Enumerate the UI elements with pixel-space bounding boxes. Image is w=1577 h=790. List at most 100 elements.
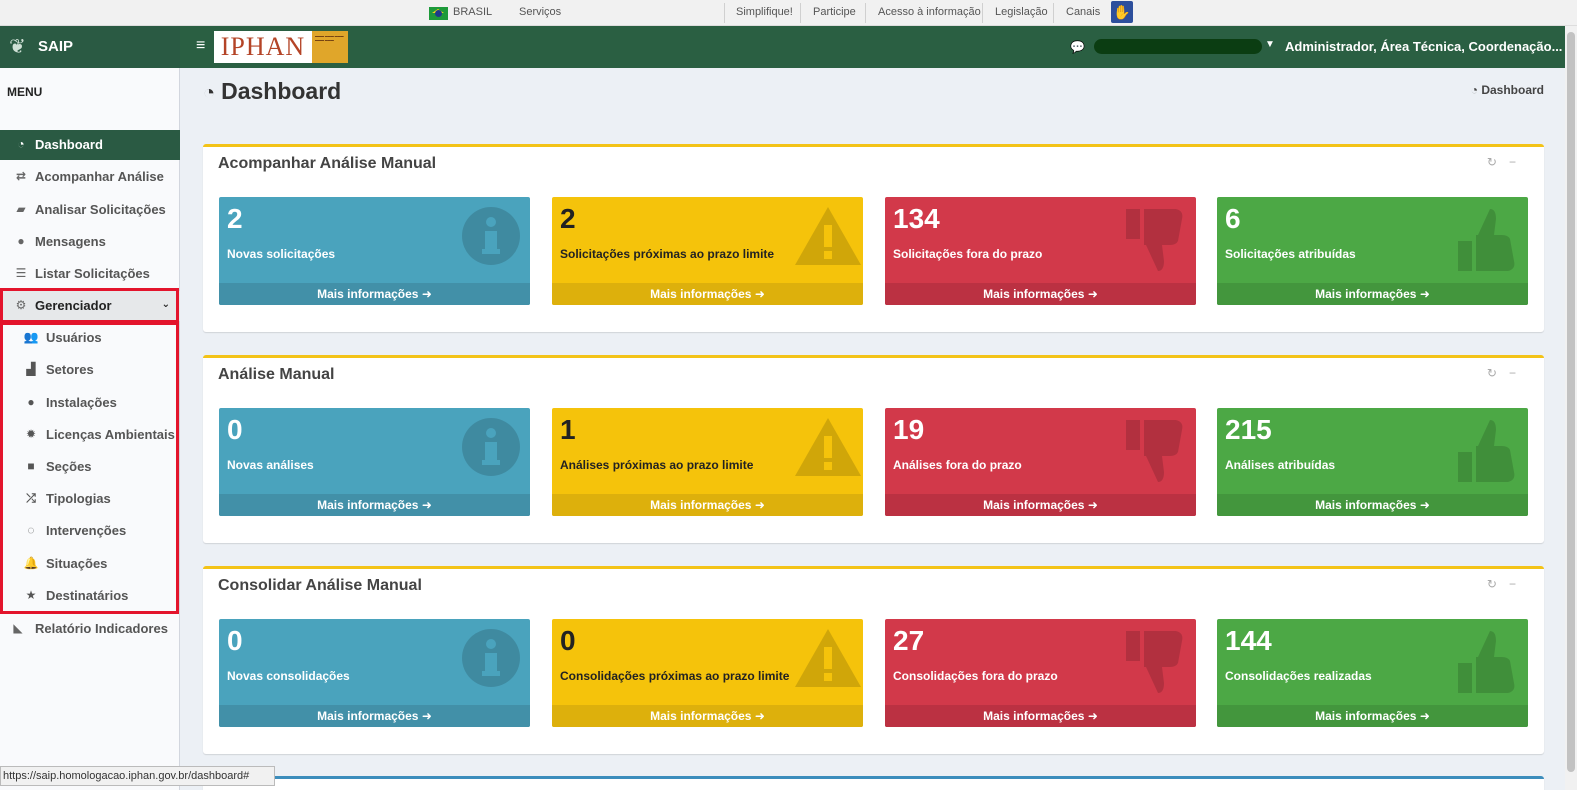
stat-value: 215 bbox=[1225, 414, 1272, 445]
page-title: ◔ Dashboard bbox=[203, 78, 341, 105]
sidebar-item-label: Dashboard bbox=[35, 137, 103, 152]
stat-value: 2 bbox=[560, 203, 576, 234]
gov-top-bar: BRASIL Serviços Simplifique! Participe A… bbox=[0, 0, 1577, 26]
sidebar-item-acompanhar-analise[interactable]: ⇄ Acompanhar Análise bbox=[0, 162, 180, 192]
more-info-link[interactable]: Mais informações ➜ bbox=[552, 283, 863, 305]
dashboard-icon: ◔ bbox=[1470, 83, 1478, 97]
more-info-link[interactable]: Mais informações ➜ bbox=[885, 705, 1196, 727]
gov-brasil-link[interactable]: BRASIL bbox=[453, 0, 492, 25]
more-info-text: Mais informações bbox=[650, 498, 752, 512]
collapse-icon[interactable]: − bbox=[1509, 155, 1528, 169]
refresh-icon[interactable]: ↻ bbox=[1487, 155, 1509, 169]
sidebar-item-label: Relatório Indicadores bbox=[35, 621, 168, 636]
stat-value: 2 bbox=[227, 203, 243, 234]
stat-label: Análises próximas ao prazo limite bbox=[560, 458, 754, 472]
gov-link-acesso[interactable]: Acesso à informação bbox=[878, 0, 981, 25]
section-title: Acompanhar Análise Manual bbox=[218, 155, 437, 172]
sidebar-item-listar-solicitacoes[interactable]: ☰ Listar Solicitações bbox=[0, 259, 180, 289]
arrow-circle-right-icon: ➜ bbox=[1419, 498, 1430, 512]
gov-link-legislacao[interactable]: Legislação bbox=[995, 0, 1048, 25]
stat-tile-yellow: 2 Solicitações próximas ao prazo limite Ma… bbox=[552, 197, 863, 305]
caret-down-icon[interactable]: ▼ bbox=[1265, 39, 1275, 50]
more-info-link[interactable]: Mais informações ➜ bbox=[552, 705, 863, 727]
more-info-link[interactable]: Mais informações ➜ bbox=[1217, 283, 1528, 305]
sidebar-item-dashboard[interactable]: ◔ Dashboard bbox=[0, 130, 180, 160]
refresh-icon[interactable]: ↻ bbox=[1487, 366, 1509, 380]
stat-tile-green: 6 Solicitações atribuídas Mais informações… bbox=[1217, 197, 1528, 305]
arrow-circle-right-icon: ➜ bbox=[754, 709, 765, 723]
dashboard-icon: ◔ bbox=[203, 82, 216, 104]
menu-toggle-icon[interactable]: ≡ bbox=[196, 37, 205, 55]
more-info-link[interactable]: Mais informações ➜ bbox=[552, 494, 863, 516]
collapse-icon[interactable]: − bbox=[1509, 366, 1528, 380]
arrow-circle-right-icon: ➜ bbox=[421, 709, 432, 723]
stat-label: Análises fora do prazo bbox=[893, 458, 1022, 472]
stat-tile-red: 19 Análises fora do prazo Mais informações… bbox=[885, 408, 1196, 516]
list-icon: ☰ bbox=[15, 266, 27, 280]
iphan-logo-emblem: ▬▬▬ ▬▬▬ ▬▬▬ ▬▬▬ ▬▬▬ bbox=[312, 31, 348, 63]
stat-value: 1 bbox=[560, 414, 576, 445]
area-chart-icon: ◣ bbox=[13, 621, 23, 635]
section-title: Análise Manual bbox=[218, 366, 335, 383]
more-info-link[interactable]: Mais informações ➜ bbox=[219, 705, 530, 727]
more-info-link[interactable]: Mais informações ➜ bbox=[1217, 705, 1528, 727]
thumbs-up-icon bbox=[1458, 627, 1520, 693]
tree-logo-icon: ❦ bbox=[9, 36, 26, 58]
stat-label: Novas consolidações bbox=[227, 669, 350, 683]
more-info-link[interactable]: Mais informações ➜ bbox=[885, 494, 1196, 516]
stat-label: Consolidações próximas ao prazo limite bbox=[560, 669, 790, 683]
sidebar-item-analisar-solicitacoes[interactable]: ▰ Analisar Solicitações bbox=[0, 195, 180, 225]
stat-label: Consolidações realizadas bbox=[1225, 669, 1372, 683]
stat-label: Novas solicitações bbox=[227, 247, 336, 261]
box-tools: ↻− bbox=[1487, 366, 1528, 380]
stat-label: Solicitações atribuídas bbox=[1225, 247, 1356, 261]
sidebar-item-relatorio-indicadores[interactable]: ◣ Relatório Indicadores bbox=[0, 614, 180, 644]
more-info-text: Mais informações bbox=[1315, 287, 1417, 301]
info-icon bbox=[460, 416, 522, 478]
more-info-text: Mais informações bbox=[650, 287, 752, 301]
stat-value: 6 bbox=[1225, 203, 1241, 234]
accessibility-icon[interactable]: ✋ bbox=[1111, 1, 1133, 23]
stat-value: 27 bbox=[893, 625, 925, 656]
warning-icon bbox=[793, 416, 861, 478]
page-title-text: Dashboard bbox=[221, 78, 342, 104]
more-info-text: Mais informações bbox=[1315, 498, 1417, 512]
stat-label: Solicitações fora do prazo bbox=[893, 247, 1043, 261]
menu-header: MENU bbox=[7, 85, 43, 99]
stat-value: 144 bbox=[1225, 625, 1272, 656]
scrollbar[interactable] bbox=[1565, 26, 1577, 790]
stat-label: Consolidações fora do prazo bbox=[893, 669, 1058, 683]
more-info-link[interactable]: Mais informações ➜ bbox=[1217, 494, 1528, 516]
arrow-circle-right-icon: ➜ bbox=[421, 287, 432, 301]
gov-link-simplifique[interactable]: Simplifique! bbox=[736, 0, 793, 25]
arrow-circle-right-icon: ➜ bbox=[1087, 709, 1098, 723]
warning-icon bbox=[793, 627, 861, 689]
gov-link-participe[interactable]: Participe bbox=[813, 0, 856, 25]
sidebar-item-label: Acompanhar Análise bbox=[35, 169, 164, 184]
more-info-link[interactable]: Mais informações ➜ bbox=[219, 494, 530, 516]
scrollbar-thumb[interactable] bbox=[1567, 32, 1575, 772]
gov-link-canais[interactable]: Canais bbox=[1066, 0, 1100, 25]
book-icon: ▰ bbox=[16, 202, 26, 216]
breadcrumb[interactable]: ◔ Dashboard bbox=[1471, 83, 1544, 97]
more-info-link[interactable]: Mais informações ➜ bbox=[219, 283, 530, 305]
section-next bbox=[203, 776, 1544, 790]
redacted-user-field[interactable] bbox=[1094, 39, 1262, 54]
stat-tile-aqua: 0 Novas consolidações Mais informações ➜ bbox=[219, 619, 530, 727]
refresh-icon[interactable]: ↻ bbox=[1487, 577, 1509, 591]
more-info-text: Mais informações bbox=[317, 498, 419, 512]
collapse-icon[interactable]: − bbox=[1509, 577, 1528, 591]
highlight-submenu bbox=[0, 322, 179, 614]
gov-servicos-link[interactable]: Serviços bbox=[519, 0, 561, 25]
app-logo[interactable]: ❦ SAIP bbox=[0, 26, 180, 68]
stat-label: Solicitações próximas ao prazo limite bbox=[560, 247, 775, 261]
arrow-circle-right-icon: ➜ bbox=[421, 498, 432, 512]
more-info-text: Mais informações bbox=[983, 287, 1085, 301]
sidebar-item-mensagens[interactable]: ● Mensagens bbox=[0, 227, 180, 257]
arrow-circle-right-icon: ➜ bbox=[1419, 287, 1430, 301]
messages-icon[interactable]: 💬 bbox=[1070, 40, 1085, 54]
more-info-link[interactable]: Mais informações ➜ bbox=[885, 283, 1196, 305]
stat-value: 0 bbox=[560, 625, 576, 656]
user-role-menu[interactable]: Administrador, Área Técnica, Coordenação… bbox=[1285, 39, 1562, 54]
highlight-gerenciador bbox=[0, 288, 179, 323]
